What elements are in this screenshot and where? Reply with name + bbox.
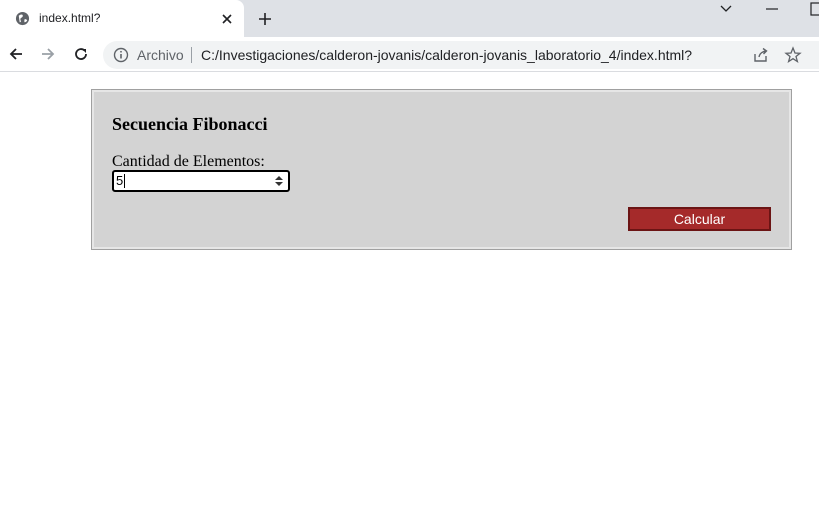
globe-icon [15,11,30,26]
close-icon[interactable] [219,11,235,27]
scheme-label: Archivo [137,47,184,63]
calculate-button[interactable]: Calcular [628,207,771,231]
url-text[interactable]: C:/Investigaciones/calderon-jovanis/cald… [201,47,692,63]
maximize-icon[interactable] [810,2,819,16]
browser-tab[interactable]: index.html? [0,0,244,37]
quantity-input[interactable]: 5 [112,170,290,192]
quantity-value: 5 [116,173,124,188]
quantity-label: Cantidad de Elementos: [112,153,265,170]
tab-strip: index.html? [0,0,819,37]
browser-toolbar: Archivo C:/Investigaciones/calderon-jova… [0,37,819,72]
forward-arrow-icon[interactable] [39,45,57,63]
info-icon[interactable] [113,47,129,63]
chevron-down-icon[interactable] [719,2,733,16]
back-arrow-icon[interactable] [7,45,25,63]
minimize-icon[interactable] [765,2,779,16]
page-title: Secuencia Fibonacci [112,114,268,134]
plus-icon[interactable] [256,10,274,28]
address-separator [191,47,192,63]
fibonacci-form-panel: Secuencia Fibonacci Cantidad de Elemento… [91,89,792,250]
text-caret [124,174,125,188]
spinner-arrows-icon[interactable] [274,174,284,188]
star-icon[interactable] [784,46,802,64]
reload-icon[interactable] [72,45,90,63]
tab-title: index.html? [39,11,101,25]
share-icon[interactable] [752,46,770,64]
address-bar[interactable]: Archivo C:/Investigaciones/calderon-jova… [103,41,819,69]
